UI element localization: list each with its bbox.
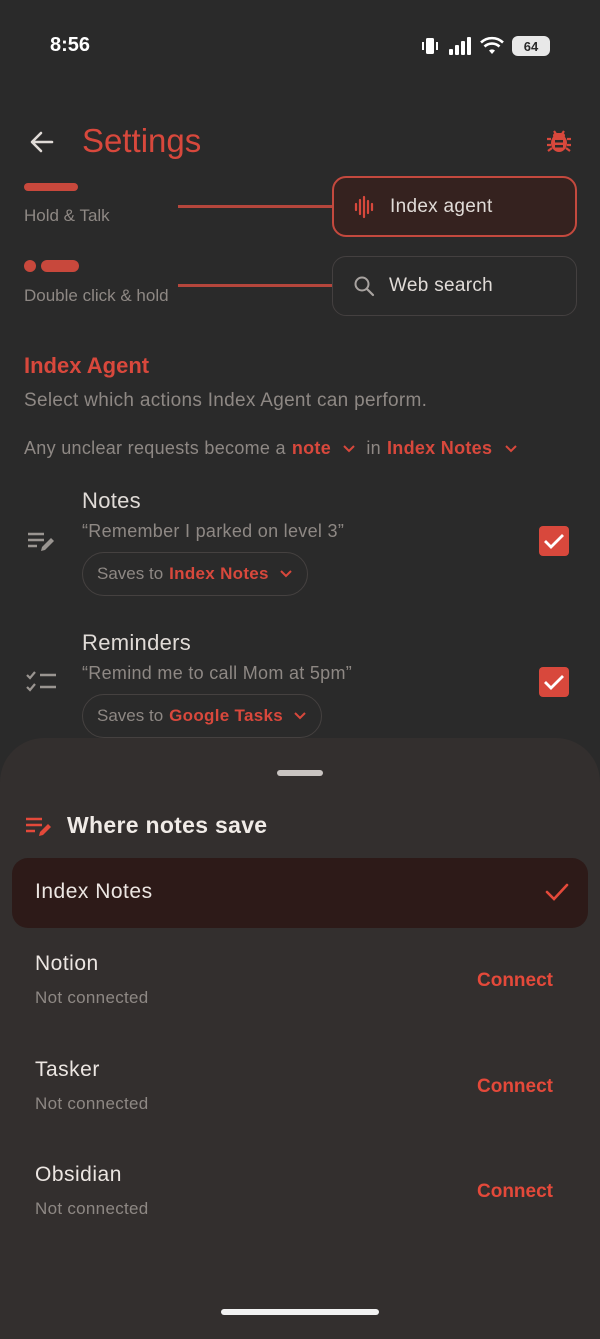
- chip-label: Index agent: [390, 195, 493, 217]
- unclear-prefix: Any unclear requests become a: [24, 438, 286, 458]
- gesture-indicator-hold: [24, 183, 78, 191]
- chip-index-agent[interactable]: Index agent: [332, 176, 577, 237]
- signal-icon: [449, 37, 471, 55]
- saves-to-dropdown-reminders[interactable]: Saves to Google Tasks: [82, 694, 322, 738]
- action-quote-notes: “Remember I parked on level 3”: [82, 521, 345, 541]
- connect-button-obsidian[interactable]: Connect: [477, 1181, 553, 1203]
- status-time: 8:56: [50, 34, 91, 56]
- check-icon: [544, 675, 564, 690]
- wifi-icon: [480, 36, 504, 54]
- unclear-in: in: [366, 438, 381, 458]
- sheet-title: Where notes save: [67, 812, 268, 838]
- back-arrow-icon[interactable]: [28, 128, 56, 156]
- status-icons: 64: [420, 36, 550, 56]
- option-name-notion: Notion: [35, 952, 99, 975]
- chip-label: Web search: [389, 275, 494, 296]
- option-status-notion: Not connected: [35, 988, 149, 1007]
- unclear-target-dropdown[interactable]: Index Notes: [387, 438, 518, 459]
- battery-indicator: 64: [512, 36, 550, 56]
- saves-target: Google Tasks: [169, 706, 283, 725]
- option-status-tasker: Not connected: [35, 1094, 149, 1113]
- connector-line: [178, 205, 334, 208]
- home-indicator[interactable]: [221, 1309, 379, 1315]
- action-title-notes: Notes: [82, 488, 141, 513]
- chevron-down-icon: [294, 712, 306, 720]
- unclear-type-dropdown[interactable]: note: [292, 438, 357, 459]
- saves-prefix: Saves to: [97, 706, 164, 725]
- check-icon: [544, 534, 564, 549]
- chip-web-search[interactable]: Web search: [332, 256, 577, 316]
- waveform-icon: [354, 195, 374, 218]
- connect-button-notion[interactable]: Connect: [477, 970, 553, 992]
- search-icon: [354, 276, 375, 297]
- connector-line: [178, 284, 334, 287]
- notes-edit-icon: [28, 532, 54, 551]
- section-subtitle: Select which actions Index Agent can per…: [24, 390, 428, 411]
- gesture-label-double: Double click & hold: [24, 286, 169, 305]
- chevron-down-icon: [280, 570, 292, 578]
- saves-to-dropdown-notes[interactable]: Saves to Index Notes: [82, 552, 308, 596]
- chevron-down-icon: [343, 445, 356, 453]
- action-quote-reminders: “Remind me to call Mom at 5pm”: [82, 663, 353, 683]
- unclear-requests-line: Any unclear requests become a note in In…: [24, 438, 518, 459]
- notes-edit-icon: [26, 817, 51, 836]
- check-icon: [545, 883, 569, 901]
- checklist-icon: [26, 671, 56, 692]
- gesture-dash: [41, 260, 79, 272]
- option-label-selected: Index Notes: [35, 880, 153, 903]
- gesture-label-hold: Hold & Talk: [24, 206, 110, 225]
- checkbox-notes[interactable]: [539, 526, 569, 556]
- chevron-down-icon: [504, 445, 517, 453]
- saves-target: Index Notes: [169, 564, 269, 583]
- option-name-obsidian: Obsidian: [35, 1163, 122, 1186]
- vibrate-icon: [422, 38, 438, 54]
- page-title: Settings: [82, 122, 202, 159]
- gesture-dot: [24, 260, 36, 272]
- unclear-type-value: note: [291, 438, 332, 458]
- option-status-obsidian: Not connected: [35, 1199, 149, 1218]
- option-name-tasker: Tasker: [35, 1058, 100, 1081]
- bug-icon[interactable]: [544, 126, 574, 156]
- unclear-target-value: Index Notes: [386, 438, 493, 458]
- connect-button-tasker[interactable]: Connect: [477, 1076, 553, 1098]
- action-title-reminders: Reminders: [82, 630, 192, 655]
- section-title: Index Agent: [24, 353, 150, 378]
- sheet-drag-handle[interactable]: [277, 770, 323, 776]
- checkbox-reminders[interactable]: [539, 667, 569, 697]
- saves-prefix: Saves to: [97, 564, 164, 583]
